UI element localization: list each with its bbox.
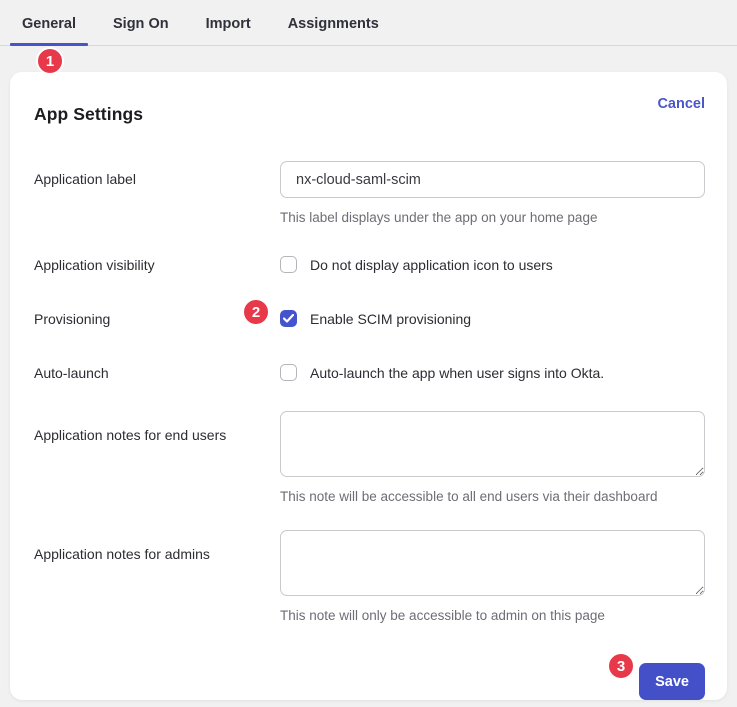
tab-bar: General Sign On Import Assignments [0, 0, 737, 46]
notes-admins-textarea[interactable] [280, 530, 705, 596]
tab-assignments[interactable]: Assignments [288, 16, 379, 45]
auto-launch-checkbox[interactable] [280, 364, 297, 381]
notes-end-users-row: Application notes for end users This not… [34, 411, 705, 504]
app-settings-panel: App Settings Cancel Application label Th… [10, 72, 727, 700]
application-visibility-checkbox-label: Do not display application icon to users [310, 257, 553, 273]
application-visibility-row: Application visibility Do not display ap… [34, 256, 705, 273]
auto-launch-checkbox-label: Auto-launch the app when user signs into… [310, 365, 604, 381]
application-visibility-label: Application visibility [34, 256, 280, 273]
tab-import[interactable]: Import [206, 16, 251, 45]
annotation-badge-3: 3 [607, 652, 635, 680]
notes-admins-label: Application notes for admins [34, 530, 280, 623]
tab-sign-on[interactable]: Sign On [113, 16, 169, 45]
scim-provisioning-checkbox[interactable] [280, 310, 297, 327]
notes-admins-help: This note will only be accessible to adm… [280, 608, 705, 623]
save-row: Save [34, 663, 705, 700]
panel-title: App Settings [34, 96, 143, 125]
cancel-link[interactable]: Cancel [657, 96, 705, 112]
application-label-row: Application label This label displays un… [34, 161, 705, 225]
application-label-help: This label displays under the app on you… [280, 210, 705, 225]
notes-admins-row: Application notes for admins This note w… [34, 530, 705, 623]
notes-end-users-textarea[interactable] [280, 411, 705, 477]
panel-header: App Settings Cancel [34, 96, 705, 125]
provisioning-row: Provisioning Enable SCIM provisioning [34, 310, 705, 327]
save-button[interactable]: Save [639, 663, 705, 700]
auto-launch-row: Auto-launch Auto-launch the app when use… [34, 364, 705, 381]
application-visibility-checkbox[interactable] [280, 256, 297, 273]
application-label-label: Application label [34, 161, 280, 225]
annotation-badge-2: 2 [242, 298, 270, 326]
auto-launch-label: Auto-launch [34, 364, 280, 381]
notes-end-users-help: This note will be accessible to all end … [280, 489, 705, 504]
check-icon [283, 314, 294, 323]
tab-general[interactable]: General [22, 16, 76, 45]
notes-end-users-label: Application notes for end users [34, 411, 280, 504]
application-label-input[interactable] [280, 161, 705, 198]
scim-provisioning-checkbox-label: Enable SCIM provisioning [310, 311, 471, 327]
annotation-badge-1: 1 [36, 47, 64, 75]
